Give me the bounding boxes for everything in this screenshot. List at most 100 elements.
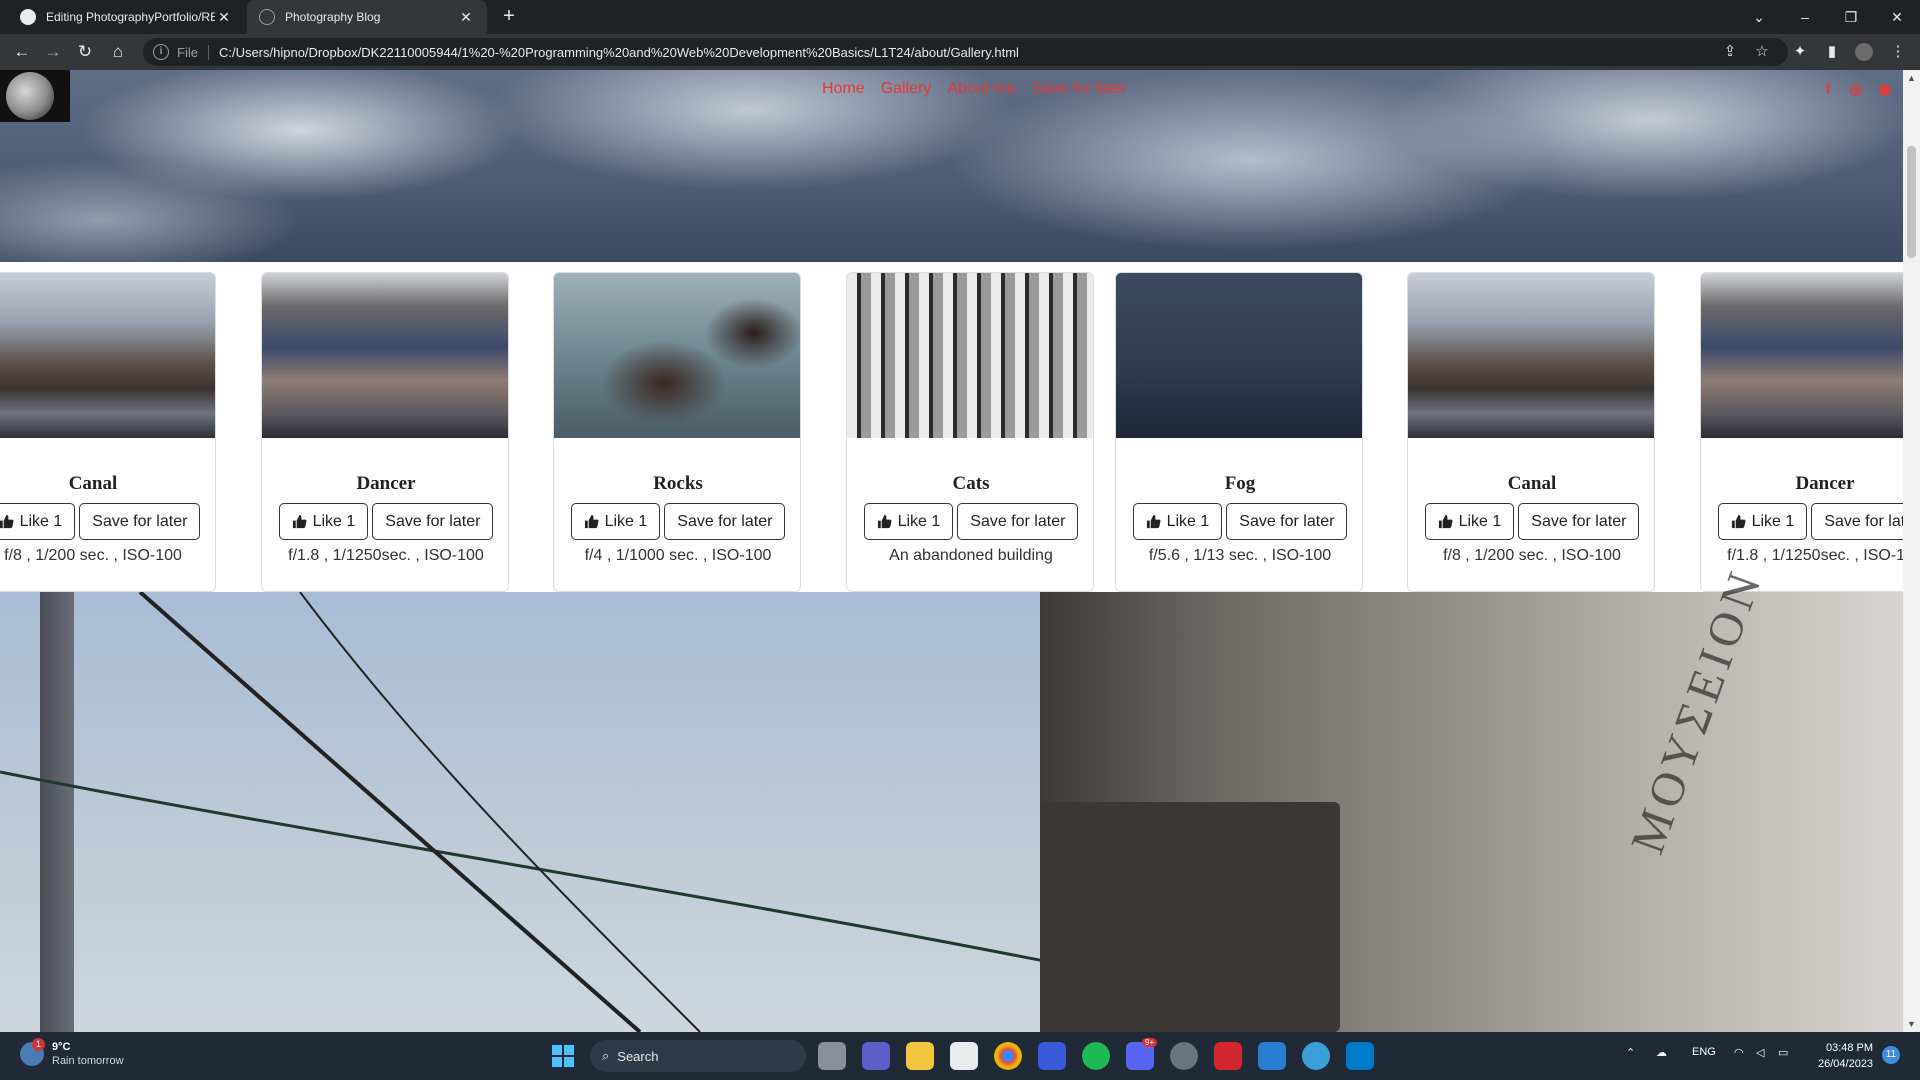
like-label: Like 1 bbox=[1166, 512, 1210, 530]
save-for-later-button[interactable]: Save for later bbox=[1518, 503, 1640, 540]
new-tab-button[interactable]: + bbox=[498, 6, 520, 28]
share-icon[interactable]: ⇪ bbox=[1718, 40, 1742, 64]
card-caption: Cats bbox=[952, 473, 990, 494]
tab-bar: Editing PhotographyPortfolio/RE ✕ Photog… bbox=[0, 0, 1920, 34]
photo-settings: f/5.6 , 1/13 sec. , ISO-100 bbox=[1148, 547, 1332, 564]
spotify-icon[interactable] bbox=[1082, 1042, 1110, 1070]
notification-badge[interactable]: 11 bbox=[1882, 1046, 1900, 1064]
tab-editing-portfolio[interactable]: Editing PhotographyPortfolio/RE ✕ bbox=[8, 0, 245, 34]
nav-gallery[interactable]: Gallery bbox=[881, 80, 932, 98]
windows-icon bbox=[552, 1045, 574, 1067]
globe-app-icon[interactable] bbox=[1302, 1042, 1330, 1070]
canal-photo[interactable] bbox=[1408, 273, 1654, 438]
settings-icon[interactable] bbox=[1170, 1042, 1198, 1070]
task-view-icon[interactable] bbox=[818, 1042, 846, 1070]
browser-toolbar: ← → ↻ ⌂ i File C:/Users/hipno/Dropbox/DK… bbox=[0, 34, 1920, 70]
fog-photo[interactable] bbox=[1116, 273, 1362, 438]
file-explorer-icon[interactable] bbox=[906, 1042, 934, 1070]
copilot-icon[interactable] bbox=[1038, 1042, 1066, 1070]
tab-photography-blog[interactable]: Photography Blog ✕ bbox=[247, 0, 487, 34]
address-bar[interactable]: i File C:/Users/hipno/Dropbox/DK22110005… bbox=[143, 38, 1788, 66]
dancer-photo[interactable] bbox=[262, 273, 508, 438]
nav-about[interactable]: About me bbox=[947, 80, 1015, 98]
extensions-icon[interactable]: ✦ bbox=[1788, 40, 1812, 64]
like-label: Like 1 bbox=[1751, 512, 1795, 530]
save-for-later-button[interactable]: Save for later bbox=[372, 503, 494, 540]
facebook-icon[interactable]: f bbox=[1818, 80, 1838, 100]
save-for-later-button[interactable]: Save for later bbox=[79, 503, 201, 540]
profile-avatar[interactable] bbox=[1852, 40, 1876, 64]
discord-badge: 9+ bbox=[1142, 1038, 1158, 1047]
like-button[interactable]: Like 1 bbox=[1717, 503, 1808, 540]
card-caption: Canal bbox=[1507, 473, 1557, 494]
close-icon[interactable]: ✕ bbox=[215, 9, 233, 26]
cats-photo[interactable] bbox=[847, 273, 1093, 438]
back-button[interactable]: ← bbox=[10, 40, 34, 64]
bookmark-star-icon[interactable]: ☆ bbox=[1750, 40, 1774, 64]
wifi-icon[interactable]: ◠ bbox=[1734, 1046, 1744, 1059]
nav-home[interactable]: Home bbox=[822, 80, 865, 98]
like-button[interactable]: Like 1 bbox=[863, 503, 954, 540]
card-caption: Dancer bbox=[1795, 473, 1855, 494]
github-icon[interactable]: ◉ bbox=[1875, 80, 1895, 100]
canal-photo[interactable] bbox=[0, 273, 215, 438]
dancer-photo[interactable] bbox=[1701, 273, 1903, 438]
restore-button[interactable]: ❐ bbox=[1828, 0, 1874, 34]
scrollbar-thumb[interactable] bbox=[1907, 146, 1916, 258]
url-text[interactable]: C:/Users/hipno/Dropbox/DK22110005944/1%2… bbox=[219, 45, 1019, 60]
search-icon: ⌕ bbox=[602, 1048, 610, 1063]
teams-chat-icon[interactable] bbox=[862, 1042, 890, 1070]
info-icon[interactable]: i bbox=[153, 44, 169, 60]
save-for-later-button[interactable]: Save for later bbox=[957, 503, 1079, 540]
thumbs-up-icon bbox=[1438, 514, 1453, 529]
photo-settings: f/8 , 1/200 sec. , ISO-100 bbox=[4, 547, 182, 564]
battery-icon[interactable]: ▭ bbox=[1778, 1046, 1788, 1059]
thumbs-up-icon bbox=[877, 514, 892, 529]
save-for-later-button[interactable]: Save for later bbox=[1226, 503, 1348, 540]
thumbs-up-icon bbox=[1731, 514, 1746, 529]
word-icon[interactable] bbox=[1258, 1042, 1286, 1070]
onedrive-icon[interactable]: ☁ bbox=[1656, 1046, 1667, 1059]
tab-search-icon[interactable]: ⌄ bbox=[1736, 0, 1782, 34]
reload-button[interactable]: ↻ bbox=[73, 40, 97, 64]
taskbar-search[interactable]: ⌕ Search bbox=[590, 1040, 806, 1072]
chevron-up-icon[interactable]: ⌃ bbox=[1626, 1046, 1635, 1059]
like-button[interactable]: Like 1 bbox=[570, 503, 661, 540]
scroll-up-icon[interactable]: ▲ bbox=[1903, 70, 1920, 86]
microsoft-store-icon[interactable] bbox=[950, 1042, 978, 1070]
like-button[interactable]: Like 1 bbox=[1424, 503, 1515, 540]
vscode-icon[interactable] bbox=[1346, 1042, 1374, 1070]
start-button[interactable] bbox=[549, 1042, 577, 1070]
rocks-photo[interactable] bbox=[554, 273, 800, 438]
like-button[interactable]: Like 1 bbox=[0, 503, 76, 540]
minimize-button[interactable]: – bbox=[1782, 0, 1828, 34]
chrome-icon[interactable] bbox=[994, 1042, 1022, 1070]
like-button[interactable]: Like 1 bbox=[1132, 503, 1223, 540]
home-button[interactable]: ⌂ bbox=[106, 40, 130, 64]
forward-button[interactable]: → bbox=[41, 40, 65, 64]
discord-icon[interactable]: 9+ bbox=[1126, 1038, 1158, 1070]
card-caption: Canal bbox=[68, 473, 118, 494]
like-button[interactable]: Like 1 bbox=[278, 503, 369, 540]
weather-forecast: Rain tomorrow bbox=[52, 1055, 124, 1067]
instagram-icon[interactable]: ◎ bbox=[1846, 80, 1866, 100]
scroll-down-icon[interactable]: ▼ bbox=[1903, 1016, 1920, 1032]
close-icon[interactable]: ✕ bbox=[457, 9, 475, 26]
page-scrollbar[interactable]: ▲ ▼ bbox=[1903, 70, 1920, 1032]
clock[interactable]: 03:48 PM 26/04/2023 bbox=[1818, 1040, 1873, 1072]
language-indicator[interactable]: ENG bbox=[1692, 1046, 1716, 1058]
nav-save-for-later[interactable]: Save for later bbox=[1032, 80, 1127, 98]
like-label: Like 1 bbox=[604, 512, 648, 530]
menu-icon[interactable]: ⋮ bbox=[1886, 40, 1910, 64]
side-panel-icon[interactable]: ▮ bbox=[1820, 40, 1844, 64]
acrobat-icon[interactable] bbox=[1214, 1042, 1242, 1070]
thumbs-up-icon bbox=[292, 514, 307, 529]
close-window-button[interactable]: ✕ bbox=[1874, 0, 1920, 34]
weather-widget[interactable]: 1 9°C Rain tomorrow bbox=[20, 1038, 124, 1068]
save-for-later-button[interactable]: Save for later bbox=[664, 503, 786, 540]
weather-temperature: 9°C bbox=[52, 1041, 71, 1053]
save-for-later-button[interactable]: Save for later bbox=[1811, 503, 1903, 540]
volume-icon[interactable]: ◁ bbox=[1756, 1046, 1764, 1059]
site-logo[interactable] bbox=[0, 70, 70, 122]
gallery-card-canal: Canal Like 1 Save for later f/8 , 1/200 … bbox=[1407, 272, 1655, 592]
